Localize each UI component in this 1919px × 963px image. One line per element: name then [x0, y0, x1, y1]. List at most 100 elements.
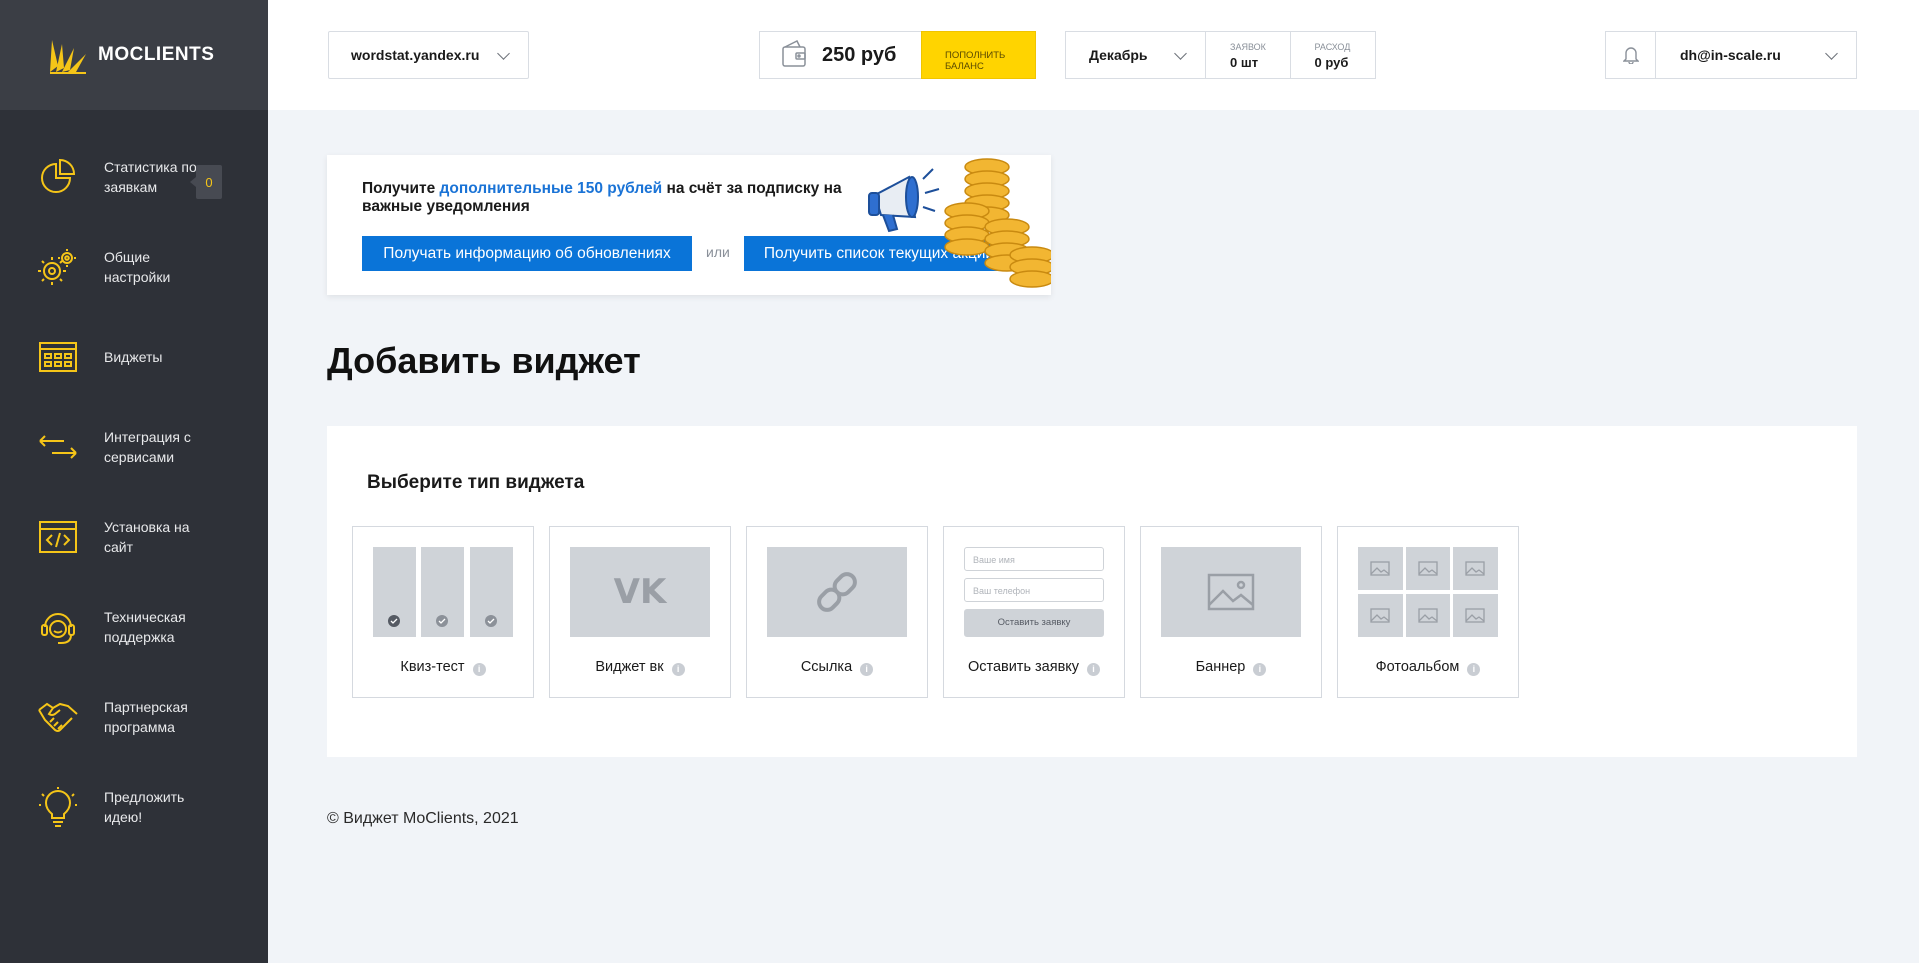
widget-card-photoalbum[interactable]: Фотоальбом i	[1337, 526, 1519, 698]
topup-balance-label: ПОПОЛНИТЬ БАЛАНС	[945, 49, 1006, 72]
site-select-value: wordstat.yandex.ru	[351, 47, 480, 63]
info-icon[interactable]: i	[1467, 663, 1481, 676]
preview-submit-button: Оставить заявку	[964, 609, 1104, 637]
coins-stack-icon	[944, 158, 1051, 288]
sidebar-item-widgets[interactable]: Виджеты	[0, 312, 268, 402]
chevron-down-icon	[497, 47, 510, 60]
widget-card-label: Оставить заявку i	[944, 659, 1124, 676]
sidebar-item-label: Предложить идею!	[104, 789, 185, 825]
balance-box: 250 руб	[759, 31, 921, 79]
sidebar-item-label: Виджеты	[104, 349, 163, 365]
photoalbum-preview-icon	[1358, 547, 1498, 637]
preview-phone-field: Ваш телефон	[964, 578, 1104, 602]
notifications-button[interactable]	[1606, 32, 1656, 78]
widget-card-label-text: Ссылка	[800, 659, 853, 675]
sidebar-nav: Статистика по заявкам 0 Общие настройки	[0, 110, 268, 852]
megaphone-icon	[868, 168, 940, 233]
panel-subtitle: Выберите тип виджета	[367, 472, 585, 493]
logo-text: MOCLIENTS	[98, 44, 215, 65]
balance-value: 250 руб	[822, 43, 897, 66]
banner-preview-icon	[1161, 547, 1301, 637]
page-footer: © Виджет MoClients, 2021	[327, 810, 519, 827]
logo[interactable]: MOCLIENTS	[0, 0, 268, 110]
user-email: dh@in-scale.ru	[1680, 47, 1781, 63]
info-icon[interactable]: i	[671, 663, 685, 676]
widget-card-quiz[interactable]: Квиз-тест i	[352, 526, 534, 698]
vk-preview-icon: VK	[570, 547, 710, 637]
widget-card-label: Квиз-тест i	[353, 659, 533, 676]
chevron-down-icon	[1825, 47, 1838, 60]
sidebar-item-label: Партнерская программа	[104, 699, 188, 735]
sidebar-item-label: Интеграция с сервисами	[104, 429, 191, 465]
requests-stat: ЗАЯВОК 0 шт	[1206, 32, 1291, 78]
expense-stat: РАСХОД 0 руб	[1291, 32, 1375, 78]
widget-card-link[interactable]: Ссылка i	[746, 526, 928, 698]
handshake-icon	[38, 697, 78, 737]
promo-text-highlight: дополнительные 150 рублей	[439, 180, 663, 197]
gears-icon	[38, 247, 78, 287]
bell-icon	[1622, 47, 1639, 64]
widget-card-label-text: Квиз-тест	[400, 659, 465, 675]
sidebar: MOCLIENTS Статистика по заявкам 0 Общие …	[0, 0, 268, 963]
link-preview-icon	[767, 547, 907, 637]
code-window-icon	[38, 517, 78, 557]
preview-name-field: Ваше имя	[964, 547, 1104, 571]
page-title: Добавить виджет	[327, 340, 641, 381]
widget-card-vk[interactable]: VK Виджет вк i	[549, 526, 731, 698]
widget-type-list: Квиз-тест i VK Виджет вк i Ссылка i Ваше им…	[352, 526, 1534, 698]
widget-card-label-text: Виджет вк	[595, 659, 664, 675]
svg-text:VK: VK	[614, 572, 668, 612]
promo-text: Получите дополнительные 150 рублей на сч…	[362, 180, 842, 216]
user-box: dh@in-scale.ru	[1605, 31, 1857, 79]
expense-label: РАСХОД	[1314, 42, 1351, 52]
requests-count-badge: 0	[190, 165, 222, 199]
stats-box: Декабрь ЗАЯВОК 0 шт РАСХОД 0 руб	[1065, 31, 1376, 79]
chevron-down-icon	[1174, 47, 1187, 60]
sidebar-item-idea[interactable]: Предложить идею!	[0, 762, 268, 852]
widget-card-label: Фотоальбом i	[1338, 659, 1518, 676]
sidebar-item-partner[interactable]: Партнерская программа	[0, 672, 268, 762]
info-icon[interactable]: i	[1087, 663, 1101, 676]
widget-card-label: Баннер i	[1141, 659, 1321, 676]
widget-card-label-text: Баннер	[1195, 659, 1246, 675]
requests-value: 0 шт	[1230, 55, 1259, 70]
month-select[interactable]: Декабрь	[1066, 32, 1207, 78]
info-icon[interactable]: i	[1253, 663, 1267, 676]
sidebar-item-statistics[interactable]: Статистика по заявкам 0	[0, 132, 268, 222]
expense-value: 0 руб	[1314, 55, 1349, 70]
sidebar-item-label: Статистика по заявкам	[104, 159, 197, 195]
sidebar-item-integrations[interactable]: Интеграция с сервисами	[0, 402, 268, 492]
topup-balance-button[interactable]: ПОПОЛНИТЬ БАЛАНС	[921, 31, 1036, 79]
site-select[interactable]: wordstat.yandex.ru	[328, 31, 529, 79]
request-form-preview: Ваше имя Ваш телефон Оставить заявку	[964, 547, 1104, 637]
widget-card-banner[interactable]: Баннер i	[1140, 526, 1322, 698]
sidebar-item-support[interactable]: Техническая поддержка	[0, 582, 268, 672]
promo-banner: Получите дополнительные 150 рублей на сч…	[327, 155, 1051, 295]
logo-icon	[50, 40, 86, 74]
widget-card-label: Ссылка i	[747, 659, 927, 676]
sidebar-item-label: Установка на сайт	[104, 519, 190, 555]
sidebar-item-settings[interactable]: Общие настройки	[0, 222, 268, 312]
widget-card-request[interactable]: Ваше имя Ваш телефон Оставить заявку Ост…	[943, 526, 1125, 698]
arrows-exchange-icon	[38, 427, 78, 467]
widget-card-label: Виджет вк i	[550, 659, 730, 676]
subscribe-updates-button[interactable]: Получать информацию об обновлениях	[362, 236, 692, 271]
lightbulb-icon	[38, 787, 78, 827]
sidebar-item-label: Техническая поддержка	[104, 609, 186, 645]
quiz-preview-icon	[373, 547, 513, 637]
headset-icon	[38, 607, 78, 647]
info-icon[interactable]: i	[472, 663, 486, 676]
top-header: wordstat.yandex.ru 250 руб ПОПОЛНИТЬ БАЛ…	[268, 0, 1919, 110]
widget-card-label-text: Оставить заявку	[967, 659, 1080, 675]
info-icon[interactable]: i	[860, 663, 874, 676]
widget-type-panel: Выберите тип виджета Квиз-тест i VK Видже…	[327, 426, 1857, 757]
promo-or-label: или	[706, 244, 730, 260]
pie-chart-icon	[38, 157, 78, 197]
promo-text-before: Получите	[362, 180, 440, 197]
sidebar-item-install[interactable]: Установка на сайт	[0, 492, 268, 582]
sidebar-item-label: Общие настройки	[104, 249, 171, 285]
user-menu[interactable]: dh@in-scale.ru	[1656, 32, 1856, 78]
wallet-icon	[782, 39, 806, 72]
month-select-value: Декабрь	[1089, 47, 1148, 63]
requests-label: ЗАЯВОК	[1230, 42, 1266, 52]
